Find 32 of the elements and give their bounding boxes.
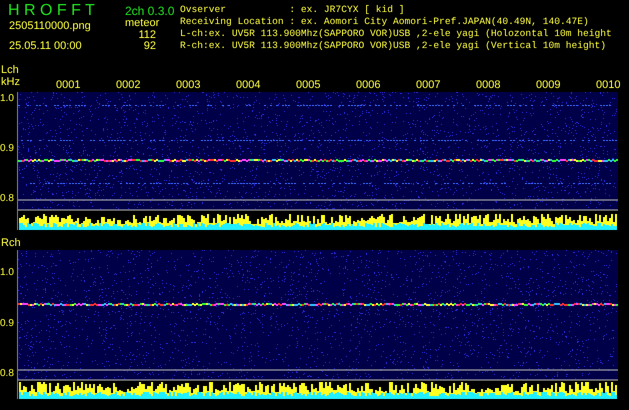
info-label: Ovserver <box>180 5 228 15</box>
info-value: : ex. Aomori City Aomori-Pref.JAPAN(40.49N, 140.47E) <box>289 16 589 27</box>
info-line: R-ch:ex. UV5R 113.900Mhz(SAPPORO VOR)USB ,2-ele yagi (Vertical 10m height) <box>180 41 606 51</box>
axis-label: 0.8 <box>0 369 14 379</box>
axis-label: 0010 <box>596 80 620 91</box>
axis-label: 0009 <box>536 80 560 91</box>
axis-label: 0003 <box>176 80 200 91</box>
axis-label: 1.0 <box>0 94 14 104</box>
axis-label: 0008 <box>476 80 500 91</box>
meteor-count: 112 <box>138 30 156 41</box>
app-title: H R O F F T <box>8 3 95 19</box>
axis-label: 0002 <box>116 80 140 91</box>
axis-label: 1.0 <box>0 268 14 278</box>
axis-label: 0.9 <box>0 144 14 154</box>
axis-label: 0004 <box>236 80 260 91</box>
meteor-label: meteor <box>125 18 160 29</box>
channel-label: Rch <box>1 238 21 249</box>
axis-label: 0006 <box>356 80 380 91</box>
meteor-count: 92 <box>144 41 156 52</box>
timestamp: 25.05.11 00:00 <box>9 41 82 52</box>
file-name: 2505110000.png <box>9 21 91 32</box>
axis-label: 0.8 <box>0 194 14 204</box>
axis-label: 0.9 <box>0 319 14 329</box>
axis-label: 0007 <box>416 80 440 91</box>
axis-label: 0005 <box>296 80 320 91</box>
unit-label: kHz <box>1 77 20 88</box>
axis-label: 0001 <box>56 80 80 91</box>
info-line: L-ch:ex. UV5R 113.900Mhz(SAPPORO VOR)USB ,2-ele yagi (Holozontal 10m height <box>180 29 612 39</box>
version-label: 2ch 0.3.0 <box>125 5 174 17</box>
info-value: : ex. JR7CYX [ kid ] <box>289 4 405 15</box>
info-label: Receiving Location <box>180 17 285 27</box>
channel-label: Lch <box>1 65 19 76</box>
